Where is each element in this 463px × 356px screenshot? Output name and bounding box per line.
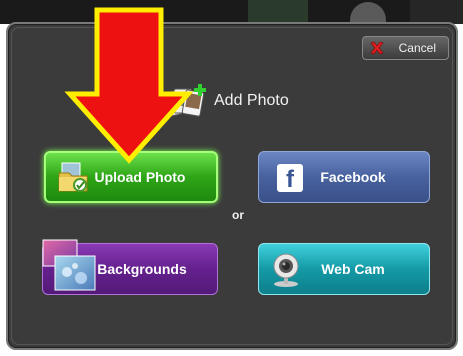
- or-separator: or: [232, 208, 244, 222]
- facebook-f-icon: f: [277, 164, 303, 192]
- webcam-icon: [273, 253, 299, 287]
- folder-photo-icon: [58, 162, 88, 192]
- dialog-title: Add Photo: [214, 92, 289, 109]
- web-cam-button[interactable]: Web Cam: [258, 243, 430, 295]
- close-x-icon: [370, 41, 384, 55]
- facebook-label: Facebook: [320, 169, 386, 185]
- cancel-label: Cancel: [398, 41, 436, 55]
- backgrounds-button[interactable]: Backgrounds: [42, 239, 218, 295]
- upload-photo-label: Upload Photo: [94, 169, 186, 185]
- facebook-button[interactable]: f Facebook: [258, 151, 430, 203]
- backgrounds-label: Backgrounds: [97, 261, 187, 277]
- backgrounds-thumbnail-icon: [42, 239, 96, 291]
- background-shape: [248, 0, 308, 24]
- red-down-arrow: [64, 7, 194, 164]
- cancel-button[interactable]: Cancel: [362, 36, 449, 60]
- web-cam-label: Web Cam: [321, 261, 385, 277]
- background-shape: [350, 2, 386, 24]
- background-shape: [410, 0, 463, 24]
